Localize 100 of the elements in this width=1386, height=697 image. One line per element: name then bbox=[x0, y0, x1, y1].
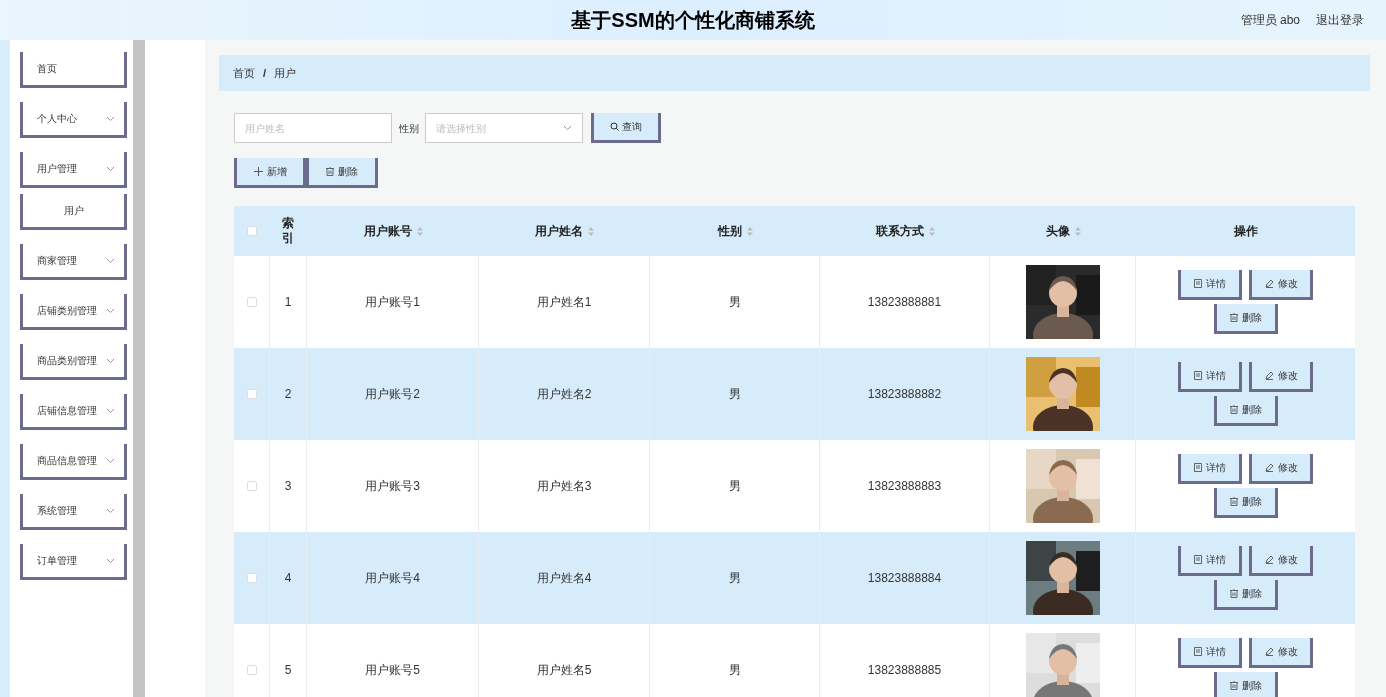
pencil-icon bbox=[1264, 279, 1274, 288]
column-header: 联系方式 bbox=[875, 223, 924, 240]
sidebar-item[interactable]: 用户管理 bbox=[20, 152, 127, 188]
checkbox[interactable] bbox=[246, 389, 257, 399]
checkbox[interactable] bbox=[246, 665, 257, 675]
chevron-down-icon bbox=[106, 457, 115, 464]
admin-name: 管理员 abo bbox=[1240, 12, 1300, 29]
pencil-icon bbox=[1264, 555, 1274, 564]
sidebar-item[interactable]: 系统管理 bbox=[20, 494, 127, 530]
checkbox[interactable] bbox=[247, 226, 257, 236]
table-cell-text: 男 bbox=[728, 478, 741, 495]
edit-button[interactable]: 修改 bbox=[1249, 362, 1313, 392]
table-cell-text: 2 bbox=[284, 386, 292, 403]
edit-button[interactable]: 修改 bbox=[1249, 546, 1313, 576]
add-button[interactable]: 新增 bbox=[234, 158, 306, 188]
checkbox[interactable] bbox=[246, 573, 257, 583]
chevron-down-icon bbox=[106, 407, 115, 414]
edit-button[interactable]: 修改 bbox=[1249, 454, 1313, 484]
pencil-icon bbox=[1264, 463, 1274, 472]
table-cell-text: 男 bbox=[728, 386, 741, 403]
sort-icon[interactable] bbox=[588, 226, 594, 236]
chevron-down-icon bbox=[106, 165, 115, 172]
checkbox[interactable] bbox=[246, 297, 257, 307]
trash-icon bbox=[326, 167, 334, 176]
table-cell-text: 用户账号4 bbox=[365, 570, 420, 587]
table-cell-text: 4 bbox=[284, 570, 292, 587]
table-cell-text: 13823888883 bbox=[867, 478, 942, 495]
breadcrumb-item: 用户 bbox=[274, 65, 297, 81]
edit-button[interactable]: 修改 bbox=[1249, 270, 1313, 300]
logout-link[interactable]: 退出登录 bbox=[1316, 11, 1364, 29]
chevron-down-icon bbox=[106, 115, 115, 122]
trash-icon bbox=[1229, 313, 1238, 322]
edit-button[interactable]: 修改 bbox=[1249, 638, 1313, 668]
document-icon bbox=[1194, 555, 1202, 564]
table-cell-text: 5 bbox=[284, 662, 292, 679]
sort-icon[interactable] bbox=[746, 226, 753, 236]
chevron-down-icon bbox=[106, 257, 115, 264]
query-button[interactable]: 查询 bbox=[591, 113, 661, 143]
table-cell-text: 男 bbox=[728, 294, 741, 311]
table-cell-text: 用户账号1 bbox=[365, 294, 420, 311]
table-cell-text: 用户姓名3 bbox=[536, 478, 592, 495]
detail-button[interactable]: 详情 bbox=[1178, 546, 1242, 576]
delete-button[interactable]: 删除 bbox=[1213, 396, 1278, 426]
sidebar-item[interactable]: 店铺信息管理 bbox=[20, 394, 127, 430]
search-icon bbox=[610, 122, 619, 131]
detail-button[interactable]: 详情 bbox=[1178, 270, 1242, 300]
column-header: 用户账号 bbox=[363, 223, 412, 240]
trash-icon bbox=[1229, 497, 1238, 506]
table-cell-text: 用户账号5 bbox=[365, 662, 420, 679]
table-cell-text: 3 bbox=[284, 478, 292, 495]
sort-icon[interactable] bbox=[928, 226, 935, 236]
delete-button[interactable]: 删除 bbox=[1213, 580, 1278, 610]
checkbox[interactable] bbox=[246, 481, 257, 491]
chevron-down-icon bbox=[106, 357, 115, 364]
chevron-down-icon bbox=[563, 125, 572, 131]
sidebar-item[interactable]: 订单管理 bbox=[20, 544, 127, 580]
scrollbar[interactable] bbox=[133, 40, 145, 697]
detail-button[interactable]: 详情 bbox=[1178, 362, 1242, 392]
delete-button[interactable]: 删除 bbox=[306, 158, 378, 188]
column-header: 性别 bbox=[717, 223, 742, 240]
table-cell-text: 用户姓名2 bbox=[536, 386, 592, 403]
delete-button[interactable]: 删除 bbox=[1213, 672, 1278, 697]
sidebar-item[interactable]: 个人中心 bbox=[20, 102, 127, 138]
plus-icon bbox=[253, 167, 263, 176]
sidebar-item[interactable]: 店铺类别管理 bbox=[20, 294, 127, 330]
trash-icon bbox=[1229, 589, 1238, 598]
breadcrumb-item[interactable]: 首页 bbox=[233, 64, 255, 82]
document-icon bbox=[1194, 371, 1202, 380]
table-cell-text: 13823888884 bbox=[867, 570, 942, 587]
table-cell-text: 男 bbox=[728, 662, 741, 679]
column-header: 操作 bbox=[1233, 223, 1258, 240]
sidebar-item[interactable]: 商品信息管理 bbox=[20, 444, 127, 480]
column-header: 头像 bbox=[1045, 223, 1070, 240]
detail-button[interactable]: 详情 bbox=[1178, 454, 1242, 484]
trash-icon bbox=[1229, 681, 1238, 690]
gender-label: 性别 bbox=[399, 121, 419, 136]
document-icon bbox=[1194, 647, 1202, 656]
table-cell-text: 用户姓名1 bbox=[536, 294, 592, 311]
delete-button[interactable]: 删除 bbox=[1213, 304, 1278, 334]
sort-icon[interactable] bbox=[416, 226, 423, 236]
column-header: 用户姓名 bbox=[535, 223, 583, 240]
detail-button[interactable]: 详情 bbox=[1178, 638, 1242, 668]
sidebar-item[interactable]: 首页 bbox=[20, 52, 127, 88]
name-field[interactable]: 用户姓名 bbox=[234, 113, 392, 143]
table-cell-text: 13823888881 bbox=[867, 294, 942, 311]
table-cell-text: 用户账号3 bbox=[365, 478, 420, 495]
table-cell-text: 13823888885 bbox=[867, 662, 942, 679]
chevron-down-icon bbox=[106, 557, 115, 564]
table-cell-text: 1 bbox=[284, 294, 292, 311]
sidebar-item[interactable]: 商品类别管理 bbox=[20, 344, 127, 380]
table-cell-text: 男 bbox=[728, 570, 741, 587]
chevron-down-icon bbox=[106, 307, 115, 314]
delete-button[interactable]: 删除 bbox=[1213, 488, 1278, 518]
table-cell-text: 用户姓名4 bbox=[536, 570, 592, 587]
site-title: 基于SSM的个性化商铺系统 bbox=[571, 8, 815, 33]
sidebar-item[interactable]: 商家管理 bbox=[20, 244, 127, 280]
table-cell-text: 13823888882 bbox=[867, 386, 942, 403]
breadcrumb-separator: / bbox=[263, 65, 267, 81]
sidebar-item[interactable]: 用户 bbox=[20, 194, 127, 230]
sort-icon[interactable] bbox=[1074, 226, 1081, 236]
